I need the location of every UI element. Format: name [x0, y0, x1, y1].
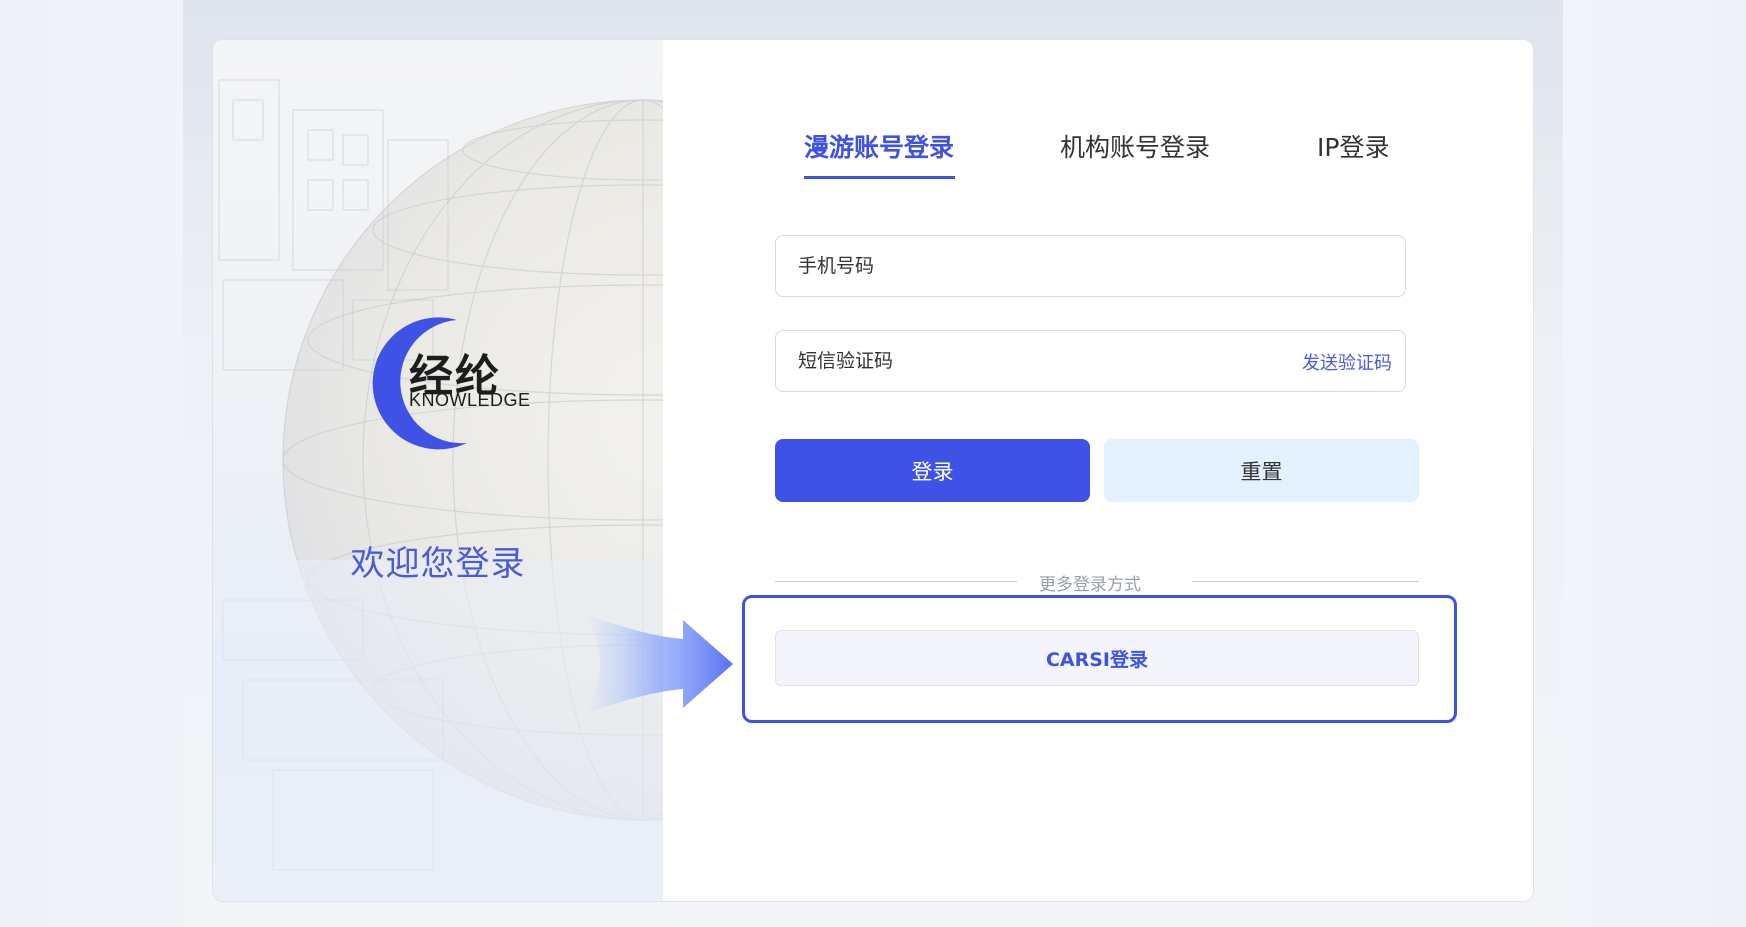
divider-line-left [775, 581, 1017, 582]
tab-ip-login[interactable]: IP登录 [1317, 128, 1389, 164]
left-brand-panel: 经纶 KNOWLEDGE 欢迎您登录 [213, 40, 663, 901]
reset-button[interactable]: 重置 [1104, 439, 1419, 502]
login-form-panel: 漫游账号登录 机构账号登录 IP登录 发送验证码 登录 重置 更多登录方式 CA… [663, 40, 1533, 901]
more-login-methods-label: 更多登录方式 [1039, 575, 1141, 595]
divider-line-right [1192, 581, 1419, 582]
send-code-link[interactable]: 发送验证码 [1302, 349, 1392, 375]
active-tab-indicator [804, 176, 955, 179]
phone-field [775, 235, 1406, 297]
brand-name-en: KNOWLEDGE [409, 390, 531, 410]
sms-code-field: 发送验证码 [775, 330, 1406, 392]
pointer-arrow-icon [585, 614, 733, 714]
globe-background-illustration [213, 79, 663, 901]
tab-roaming-login[interactable]: 漫游账号登录 [804, 128, 954, 164]
carsi-login-button[interactable]: CARSI登录 [775, 630, 1419, 686]
welcome-text: 欢迎您登录 [350, 544, 526, 584]
tab-institution-login[interactable]: 机构账号登录 [1060, 128, 1210, 164]
login-card: 经纶 KNOWLEDGE 欢迎您登录 漫游账号登录 机构账号登录 IP登录 发送… [213, 40, 1533, 901]
phone-input[interactable] [776, 236, 1405, 296]
login-button[interactable]: 登录 [775, 439, 1090, 502]
